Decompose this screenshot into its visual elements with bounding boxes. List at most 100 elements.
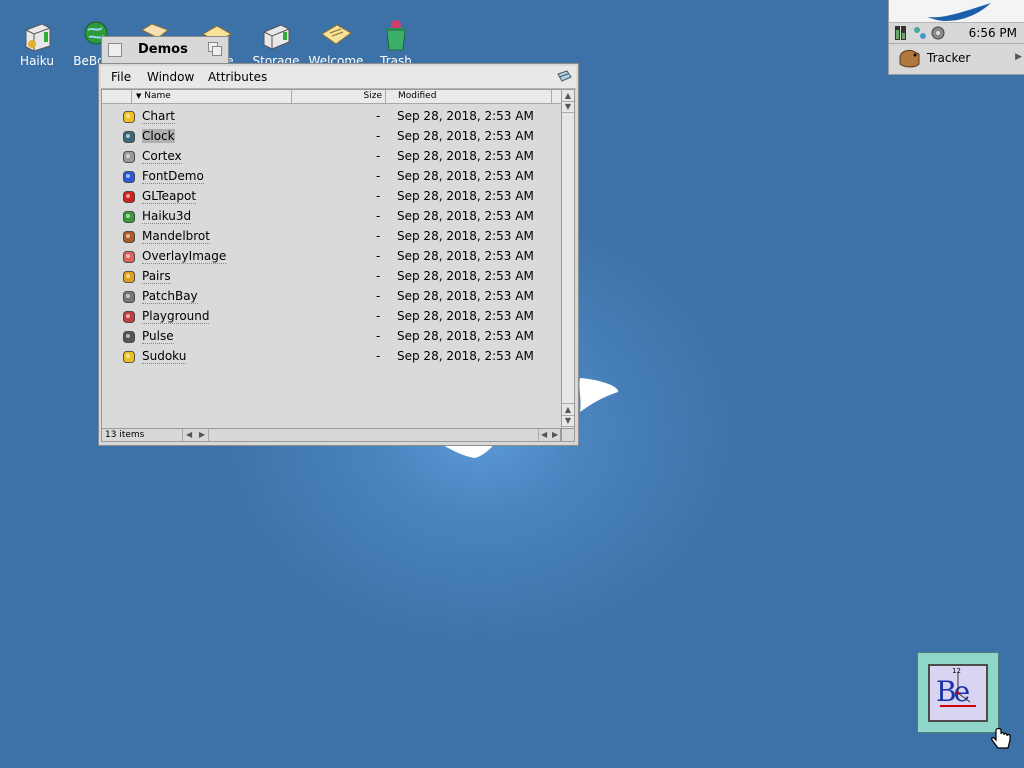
- file-modified: Sep 28, 2018, 2:53 AM: [397, 309, 534, 323]
- fontdemo-app-icon: [123, 171, 135, 183]
- file-name[interactable]: Pairs: [142, 269, 171, 284]
- file-name[interactable]: OverlayImage: [142, 249, 227, 264]
- scroll-down-arrow-icon[interactable]: ▼: [562, 415, 574, 427]
- file-modified: Sep 28, 2018, 2:53 AM: [397, 349, 534, 363]
- file-name[interactable]: Chart: [142, 109, 175, 124]
- haiku-menu-button[interactable]: [889, 0, 1024, 23]
- desktop-icon-trash[interactable]: Trash: [366, 18, 426, 68]
- clock-replicant[interactable]: 12 Be: [917, 652, 999, 733]
- file-modified: Sep 28, 2018, 2:53 AM: [397, 189, 534, 203]
- patchbay-app-icon: [123, 291, 135, 303]
- file-modified: Sep 28, 2018, 2:53 AM: [397, 269, 534, 283]
- table-row[interactable]: Haiku3d - Sep 28, 2018, 2:53 AM: [102, 206, 562, 226]
- scroll-right-arrow-icon[interactable]: ▶: [550, 429, 560, 441]
- file-size: -: [376, 169, 381, 183]
- file-size: -: [376, 269, 381, 283]
- desktop-icon-haiku[interactable]: Haiku: [7, 18, 67, 68]
- file-name[interactable]: Sudoku: [142, 349, 187, 364]
- file-modified: Sep 28, 2018, 2:53 AM: [397, 249, 534, 263]
- column-size[interactable]: Size: [292, 90, 386, 103]
- table-row[interactable]: GLTeapot - Sep 28, 2018, 2:53 AM: [102, 186, 562, 206]
- chart-app-icon: [123, 111, 135, 123]
- scroll-down-arrow-icon[interactable]: ▼: [562, 101, 574, 113]
- file-name[interactable]: GLTeapot: [142, 189, 197, 204]
- clock-face: 12 Be: [928, 664, 988, 722]
- menu-attributes[interactable]: Attributes: [208, 70, 267, 84]
- file-modified: Sep 28, 2018, 2:53 AM: [397, 149, 534, 163]
- file-modified: Sep 28, 2018, 2:53 AM: [397, 109, 534, 123]
- menu-file[interactable]: File: [111, 70, 131, 84]
- file-modified: Sep 28, 2018, 2:53 AM: [397, 329, 534, 343]
- scroll-left-arrow-icon[interactable]: ◀: [182, 429, 195, 441]
- desktop-icon-storage[interactable]: Storage: [246, 18, 306, 68]
- file-name[interactable]: FontDemo: [142, 169, 204, 184]
- file-modified: Sep 28, 2018, 2:53 AM: [397, 229, 534, 243]
- menu-window[interactable]: Window: [147, 70, 194, 84]
- close-button[interactable]: [108, 43, 122, 57]
- window-title: Demos: [138, 42, 188, 57]
- table-row[interactable]: FontDemo - Sep 28, 2018, 2:53 AM: [102, 166, 562, 186]
- column-spacer: [102, 90, 132, 103]
- vertical-scrollbar[interactable]: ▲ ▼ ▲ ▼: [561, 89, 575, 429]
- tracker-icon: [899, 49, 920, 68]
- table-row[interactable]: Playground - Sep 28, 2018, 2:53 AM: [102, 306, 562, 326]
- table-row[interactable]: Chart - Sep 28, 2018, 2:53 AM: [102, 106, 562, 126]
- pairs-app-icon: [123, 271, 135, 283]
- file-name[interactable]: Clock: [142, 129, 175, 143]
- table-row[interactable]: PatchBay - Sep 28, 2018, 2:53 AM: [102, 286, 562, 306]
- resize-handle[interactable]: [561, 428, 575, 442]
- window-tab[interactable]: Demos: [101, 36, 229, 64]
- file-size: -: [376, 229, 381, 243]
- file-size: -: [376, 189, 381, 203]
- file-size: -: [376, 249, 381, 263]
- table-row[interactable]: Mandelbrot - Sep 28, 2018, 2:53 AM: [102, 226, 562, 246]
- zoom-button[interactable]: [208, 42, 222, 56]
- column-header: ▼ Name Size Modified: [102, 90, 562, 104]
- navigator-icon[interactable]: [556, 69, 572, 85]
- disk-drive-icon: [25, 23, 51, 52]
- tracker-window: File Window Attributes ▼ Name Size Modif…: [98, 63, 579, 446]
- trash-icon: [386, 20, 406, 51]
- cortex-app-icon: [123, 151, 135, 163]
- tracker-button[interactable]: Tracker ▶: [889, 44, 1024, 72]
- volume-icon[interactable]: [931, 26, 945, 40]
- expand-arrow-icon: ▶: [1015, 52, 1022, 62]
- item-count: 13 items: [105, 430, 145, 440]
- file-size: -: [376, 209, 381, 223]
- file-name[interactable]: Pulse: [142, 329, 174, 344]
- file-name[interactable]: Playground: [142, 309, 210, 324]
- deskbar: 6:56 PM Tracker ▶: [888, 0, 1024, 75]
- status-bar: 13 items ◀ ▶ ◀ ▶: [101, 428, 561, 442]
- file-name[interactable]: PatchBay: [142, 289, 198, 304]
- pulse-app-icon: [123, 331, 135, 343]
- column-name[interactable]: ▼ Name: [132, 90, 292, 103]
- file-name[interactable]: Cortex: [142, 149, 182, 164]
- system-tray: 6:56 PM: [889, 23, 1024, 44]
- table-row[interactable]: Pairs - Sep 28, 2018, 2:53 AM: [102, 266, 562, 286]
- document-icon: [321, 24, 352, 45]
- file-size: -: [376, 309, 381, 323]
- haiku3d-app-icon: [123, 211, 135, 223]
- network-icon[interactable]: [913, 26, 927, 40]
- table-row[interactable]: Cortex - Sep 28, 2018, 2:53 AM: [102, 146, 562, 166]
- clock-hands-icon: [940, 672, 976, 707]
- file-modified: Sep 28, 2018, 2:53 AM: [397, 209, 534, 223]
- playground-app-icon: [123, 311, 135, 323]
- scroll-left-arrow-icon[interactable]: ◀: [538, 429, 549, 441]
- disk-drive-icon: [263, 24, 290, 50]
- table-row[interactable]: Pulse - Sep 28, 2018, 2:53 AM: [102, 326, 562, 346]
- cpu-monitor-icon[interactable]: [895, 26, 911, 40]
- column-modified[interactable]: Modified: [386, 90, 552, 103]
- desktop-icon-welcome[interactable]: Welcome: [306, 18, 366, 68]
- table-row[interactable]: Sudoku - Sep 28, 2018, 2:53 AM: [102, 346, 562, 366]
- clock-time[interactable]: 6:56 PM: [969, 26, 1017, 40]
- table-row[interactable]: OverlayImage - Sep 28, 2018, 2:53 AM: [102, 246, 562, 266]
- haiku-leaf-icon: [927, 3, 991, 21]
- table-row[interactable]: Clock - Sep 28, 2018, 2:53 AM: [102, 126, 562, 146]
- file-name[interactable]: Haiku3d: [142, 209, 192, 224]
- scroll-right-arrow-icon[interactable]: ▶: [196, 429, 210, 441]
- file-name[interactable]: Mandelbrot: [142, 229, 210, 244]
- overlay-app-icon: [123, 251, 135, 263]
- mandelbrot-app-icon: [123, 231, 135, 243]
- file-size: -: [376, 109, 381, 123]
